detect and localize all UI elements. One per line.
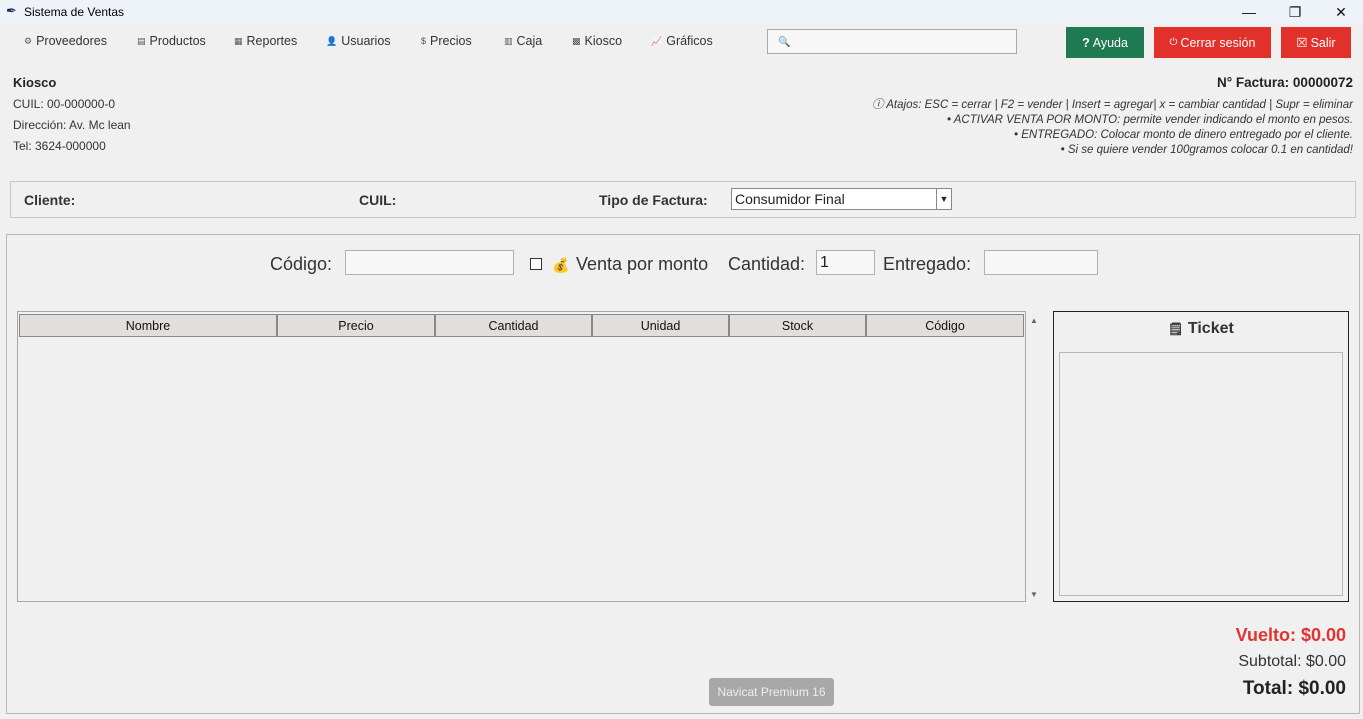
power-icon: ⏻ <box>1169 37 1178 48</box>
quantity-label: Cantidad: <box>728 254 806 274</box>
menu-item-reportes[interactable]: ▦ Reportes <box>234 34 297 48</box>
ticket-text-area[interactable] <box>1059 352 1343 596</box>
amount-sale-label: Venta por monto <box>576 254 709 274</box>
cash-register-icon: ▥ <box>504 35 513 46</box>
menu-item-label: Usuarios <box>341 34 391 48</box>
client-label: Cliente: <box>24 192 76 208</box>
quantity-input[interactable]: 1 <box>816 250 875 275</box>
logout-button-label: Cerrar sesión <box>1180 35 1256 50</box>
amount-sale-checkbox[interactable] <box>530 258 542 270</box>
column-header[interactable]: Nombre <box>19 314 277 337</box>
store-name: Kiosco <box>13 75 57 90</box>
gear-icon: ⚙ <box>24 35 33 46</box>
menu-item-label: Proveedores <box>36 34 107 48</box>
column-header[interactable]: Código <box>866 314 1024 337</box>
close-box-icon: ☒ <box>1296 36 1308 50</box>
menu-item-label: Precios <box>430 34 472 48</box>
client-cuil-label: CUIL: <box>359 192 397 208</box>
chart-icon: 📈 <box>651 35 663 46</box>
ticket-title-label: Ticket <box>1187 320 1234 337</box>
shortcut-hints: ⓘ Atajos: ESC = cerrar | F2 = vender | I… <box>833 98 1353 158</box>
menu-item-precios[interactable]: $ Precios <box>421 34 472 48</box>
title-bar: ✒ Sistema de Ventas — ❐ ✕ <box>0 0 1363 24</box>
search-icon: 🔍 <box>778 37 791 48</box>
hint-line: ⓘ Atajos: ESC = cerrar | F2 = vender | I… <box>871 99 1353 111</box>
menu-item-label: Reportes <box>246 34 298 48</box>
feather-icon: ✒ <box>6 3 17 18</box>
code-input[interactable] <box>345 250 514 275</box>
window-title: Sistema de Ventas <box>24 5 125 19</box>
store-icon: ▩ <box>572 35 581 46</box>
dollar-icon: $ <box>421 36 427 46</box>
change-amount: Vuelto: $0.00 <box>1235 625 1346 645</box>
menu-item-proveedores[interactable]: ⚙ Proveedores <box>24 34 107 48</box>
menu-item-label: Gráficos <box>666 34 713 48</box>
code-label: Código: <box>270 254 333 274</box>
navicat-toast[interactable]: Navicat Premium 16 <box>709 678 834 706</box>
delivered-input[interactable] <box>984 250 1098 275</box>
menu-item-label: Caja <box>516 34 543 48</box>
menu-item-label: Productos <box>149 34 206 48</box>
invoice-type-value: Consumidor Final <box>735 191 845 207</box>
scroll-down-icon[interactable]: ▼ <box>1030 590 1038 599</box>
help-button-label: Ayuda <box>1092 35 1128 50</box>
column-header[interactable]: Unidad <box>592 314 729 337</box>
hint-line: • Si se quiere vender 100gramos colocar … <box>1060 144 1353 156</box>
subtotal-amount: Subtotal: $0.00 <box>1238 653 1346 670</box>
exit-button-label: Salir <box>1310 35 1336 50</box>
column-header[interactable]: Cantidad <box>435 314 592 337</box>
minimize-button[interactable]: — <box>1226 0 1272 24</box>
dropdown-arrow-icon[interactable]: ▼ <box>936 189 951 209</box>
menu-item-usuarios[interactable]: 👤 Usuarios <box>326 34 391 48</box>
menu-item-label: Kiosco <box>584 34 623 48</box>
box-icon: ▤ <box>137 35 146 46</box>
invoice-type-label: Tipo de Factura: <box>599 192 708 208</box>
total-amount: Total: $0.00 <box>1242 678 1346 699</box>
receipt-icon: 🗒 <box>1168 322 1184 336</box>
exit-button[interactable]: ☒ Salir <box>1281 27 1351 58</box>
column-header[interactable]: Stock <box>729 314 866 337</box>
column-header[interactable]: Precio <box>277 314 435 337</box>
store-cuil: CUIL: 00-000000-0 <box>13 97 116 111</box>
help-button[interactable]: ? Ayuda <box>1066 27 1144 58</box>
menu-item-productos[interactable]: ▤ Productos <box>137 34 206 48</box>
hint-line: • ACTIVAR VENTA POR MONTO: permite vende… <box>946 114 1353 126</box>
report-icon: ▦ <box>234 35 243 46</box>
menu-item-graficos[interactable]: 📈 Gráficos <box>651 34 713 48</box>
invoice-type-select[interactable]: Consumidor Final ▼ <box>731 188 952 210</box>
products-table[interactable] <box>17 311 1026 602</box>
search-input[interactable]: 🔍 <box>767 29 1017 54</box>
invoice-number: N° Factura: 00000072 <box>1217 75 1353 90</box>
menu-item-kiosco[interactable]: ▩ Kiosco <box>572 34 622 48</box>
scroll-up-icon[interactable]: ▲ <box>1030 316 1038 325</box>
hint-line: • ENTREGADO: Colocar monto de dinero ent… <box>1014 129 1353 141</box>
money-bag-icon: 💰 <box>552 257 570 273</box>
question-icon: ? <box>1082 35 1090 50</box>
maximize-button[interactable]: ❐ <box>1272 0 1318 24</box>
menu-item-caja[interactable]: ▥ Caja <box>504 34 542 48</box>
store-phone: Tel: 3624-000000 <box>13 139 106 153</box>
delivered-label: Entregado: <box>883 254 972 274</box>
close-button[interactable]: ✕ <box>1318 0 1363 24</box>
store-address: Dirección: Av. Mc lean <box>13 118 131 132</box>
logout-button[interactable]: ⏻ Cerrar sesión <box>1154 27 1271 58</box>
ticket-title: 🗒 Ticket <box>1053 320 1349 338</box>
user-icon: 👤 <box>326 35 338 46</box>
